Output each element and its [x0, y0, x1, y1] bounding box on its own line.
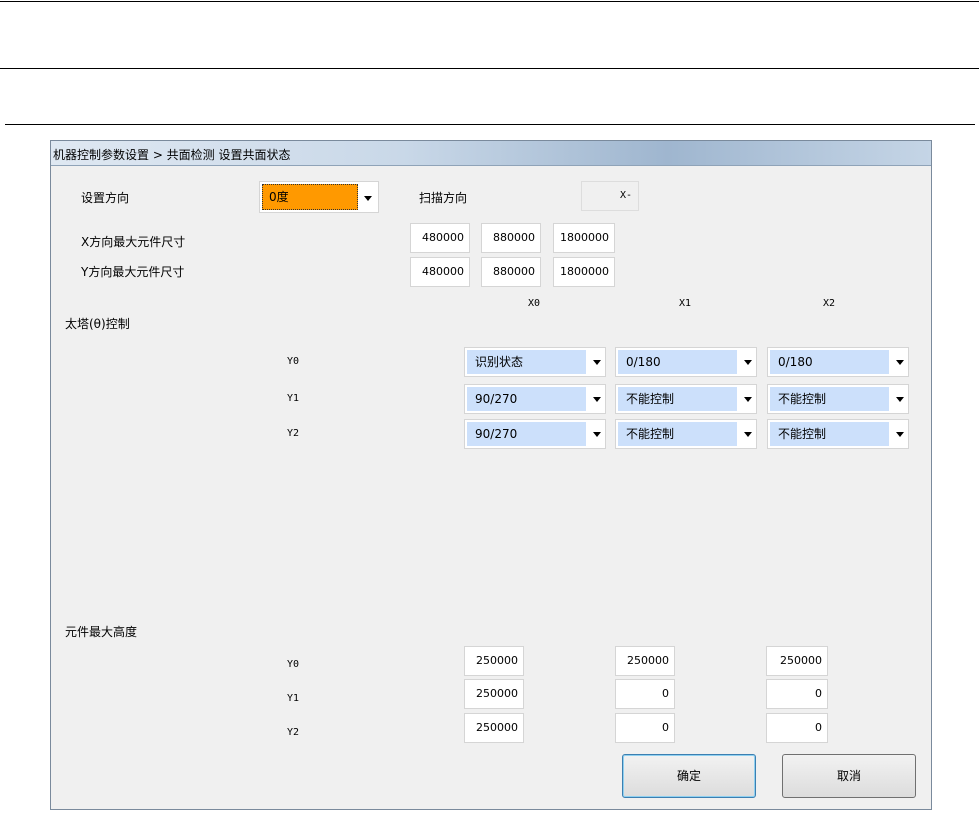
divider: [0, 68, 979, 69]
dialog-title: 机器控制参数设置 > 共面检测 设置共面状态: [53, 148, 291, 162]
x-max-input-1[interactable]: 880000: [481, 223, 541, 253]
select-value: 不能控制: [770, 387, 889, 411]
direction-value: 0度: [262, 184, 358, 210]
select-value: 不能控制: [618, 422, 737, 446]
height-input-y2-x1[interactable]: 0: [615, 713, 675, 743]
chevron-down-icon: [364, 196, 372, 201]
select-value: 不能控制: [770, 422, 889, 446]
col-header-x0: X0: [528, 298, 541, 309]
chevron-down-icon: [744, 397, 752, 402]
turret-select-y0-x2[interactable]: 0/180: [767, 347, 909, 377]
chevron-down-icon: [896, 432, 904, 437]
select-value: 90/270: [467, 387, 586, 411]
height-input-y0-x2[interactable]: 250000: [766, 646, 828, 676]
height-row-y2: Y2: [287, 727, 300, 738]
chevron-down-icon: [896, 397, 904, 402]
chevron-down-icon: [896, 360, 904, 365]
height-input-y1-x0[interactable]: 250000: [464, 679, 524, 709]
divider: [5, 124, 975, 125]
x-max-input-0[interactable]: 480000: [410, 223, 470, 253]
height-input-y1-x2[interactable]: 0: [766, 679, 828, 709]
x-max-input-2[interactable]: 1800000: [553, 223, 615, 253]
height-input-y1-x1[interactable]: 0: [615, 679, 675, 709]
row-label-y1: Y1: [287, 393, 300, 404]
chevron-down-icon: [593, 360, 601, 365]
height-input-y0-x1[interactable]: 250000: [615, 646, 675, 676]
chevron-down-icon: [593, 432, 601, 437]
select-value: 不能控制: [618, 387, 737, 411]
select-value: 识别状态: [467, 350, 586, 374]
height-input-y2-x2[interactable]: 0: [766, 713, 828, 743]
height-input-y2-x0[interactable]: 250000: [464, 713, 524, 743]
turret-select-y1-x2[interactable]: 不能控制: [767, 384, 909, 414]
height-input-y0-x0[interactable]: 250000: [464, 646, 524, 676]
height-row-y1: Y1: [287, 693, 300, 704]
height-row-y0: Y0: [287, 659, 300, 670]
y-max-input-0[interactable]: 480000: [410, 257, 470, 287]
select-value: 0/180: [618, 350, 737, 374]
select-value: 0/180: [770, 350, 889, 374]
cancel-button[interactable]: 取消: [782, 754, 916, 798]
scan-direction-label: 扫描方向: [419, 191, 468, 205]
ok-button[interactable]: 确定: [622, 754, 756, 798]
turret-select-y2-x0[interactable]: 90/270: [464, 419, 606, 449]
direction-label: 设置方向: [81, 191, 130, 205]
turret-select-y0-x0[interactable]: 识别状态: [464, 347, 606, 377]
turret-select-y2-x2[interactable]: 不能控制: [767, 419, 909, 449]
select-value: 90/270: [467, 422, 586, 446]
scan-direction-field: X-: [581, 181, 639, 211]
turret-select-y1-x0[interactable]: 90/270: [464, 384, 606, 414]
col-header-x2: X2: [823, 298, 836, 309]
col-header-x1: X1: [679, 298, 692, 309]
turret-label: 太塔(θ)控制: [65, 317, 130, 331]
dialog-title-bar: 机器控制参数设置 > 共面检测 设置共面状态: [51, 141, 931, 166]
y-max-label: Y方向最大元件尺寸: [81, 265, 185, 279]
settings-dialog: 机器控制参数设置 > 共面检测 设置共面状态 设置方向 0度 扫描方向 X- X…: [50, 140, 932, 810]
turret-select-y1-x1[interactable]: 不能控制: [615, 384, 757, 414]
y-max-input-2[interactable]: 1800000: [553, 257, 615, 287]
y-max-input-1[interactable]: 880000: [481, 257, 541, 287]
turret-select-y2-x1[interactable]: 不能控制: [615, 419, 757, 449]
turret-select-y0-x1[interactable]: 0/180: [615, 347, 757, 377]
chevron-down-icon: [744, 432, 752, 437]
x-max-label: X方向最大元件尺寸: [81, 235, 186, 249]
chevron-down-icon: [744, 360, 752, 365]
chevron-down-icon: [593, 397, 601, 402]
divider: [0, 1, 979, 2]
row-label-y0: Y0: [287, 356, 300, 367]
max-height-label: 元件最大高度: [65, 625, 138, 639]
row-label-y2: Y2: [287, 428, 300, 439]
direction-select[interactable]: 0度: [259, 181, 379, 213]
